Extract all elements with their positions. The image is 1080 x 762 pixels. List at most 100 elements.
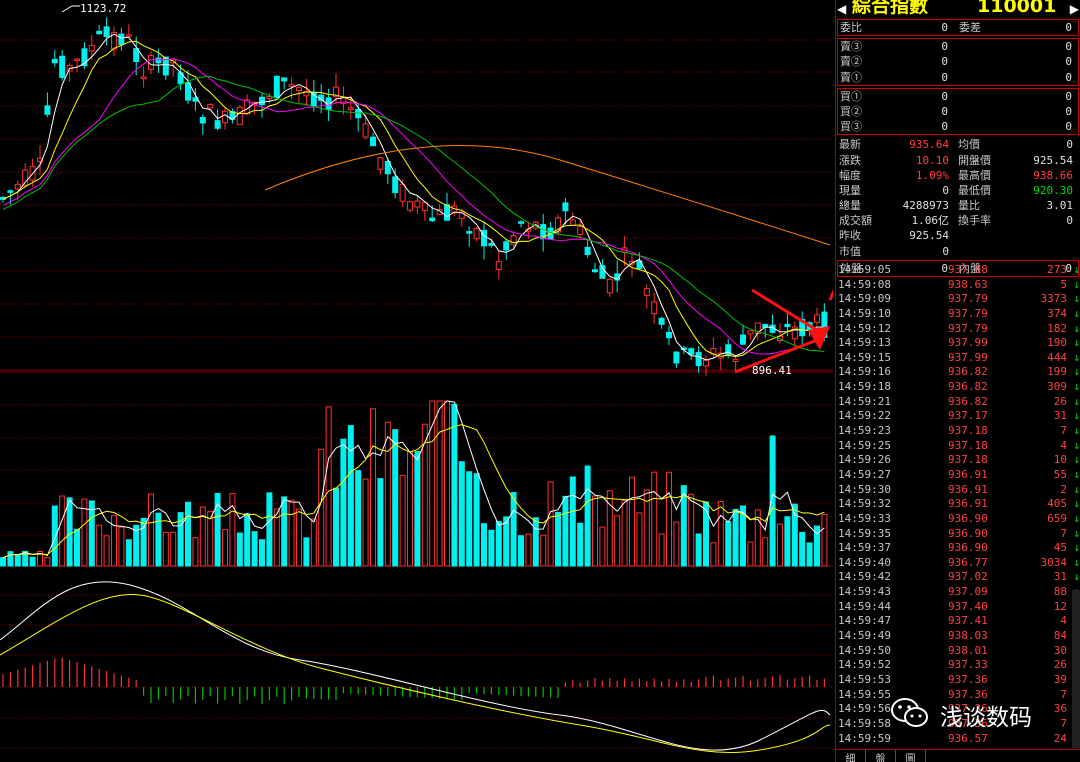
watermark-text: 浅谈数码 [940,705,1032,731]
tick-price: 936.91 [948,467,988,481]
tick-row: 14:59:44937.4012↓ [836,600,1080,615]
volume-bar [510,492,517,567]
candle-body [695,351,702,367]
volume-bar [281,496,288,567]
volume-bar [732,508,739,567]
candle-body [207,103,214,109]
prev-arrow-icon[interactable]: ◀ [837,0,846,18]
tick-price: 937.79 [948,321,988,335]
tick-time: 14:59:47 [838,614,891,628]
tick-list[interactable]: 14:59:05 937.08 273 ↓ 14:59:08 938.63 5 ↓ 14:59:… [836,263,1080,746]
volume-bar [762,537,769,567]
stat-value: 935.64 [909,138,949,152]
volume-bar [288,499,295,567]
stat-label: 市值 [839,244,861,258]
tab-order[interactable]: 盤 [866,750,896,762]
volume-bar [192,537,199,567]
commission-box: 委比 0 委差 0 [837,19,1079,37]
tick-time: 14:59:22 [838,409,891,423]
panel-tabs: 細盤圖 [836,749,1080,762]
tick-row: 14:59:08 938.63 5 ↓ [836,278,1080,293]
volume-bar [458,461,465,567]
tab-detail[interactable]: 細 [836,750,866,762]
commission-ratio-value: 0 [941,21,948,34]
candle-body [495,261,502,270]
tick-time: 14:59:10 [838,306,891,320]
volume-bar [444,400,450,567]
volume-bar [584,465,591,567]
candle-body [347,107,354,110]
kline-chart-area[interactable]: 1123.72 896.41 [0,0,833,762]
volume-bar [244,513,251,567]
tab-chart[interactable]: 圖 [896,750,926,762]
tick-row: 14:59:50938.0130↓ [836,644,1080,659]
annotation-arrowhead [808,326,830,350]
commission-diff-value: 0 [1065,21,1072,34]
tick-time: 14:59:43 [838,585,891,599]
stat-value: 1.09% [915,168,949,182]
stat-row: 昨收 925.54 [837,228,1079,243]
sell-label: 賣① [840,70,862,84]
volume-bar [377,478,384,567]
candle-body [273,75,280,98]
buy-row: 買③ 0 0 [838,119,1078,134]
candle-body [96,30,103,35]
tick-price: 937.02 [948,570,988,584]
tick-volume: 3034 [1040,555,1068,569]
tick-time: 14:59:25 [838,438,891,452]
candle-body [643,288,650,296]
tick-price: 937.18 [948,453,988,467]
candle-body [784,323,791,328]
stat-label: 幅度 [839,168,861,182]
down-arrow-icon: ↓ [1073,497,1080,511]
tick-row: 14:59:37 936.90 45 ↓ [836,541,1080,556]
candle-body [392,176,399,194]
candlestick-chart[interactable]: 1123.72 896.41 [0,0,833,762]
volume-bar [747,541,754,567]
tick-time: 14:59:52 [838,658,891,672]
tick-time: 14:59:42 [838,570,891,584]
candle-body [592,269,598,273]
tick-row: 14:59:33 936.90 659 ↓ [836,512,1080,527]
tick-price: 938.03 [948,629,988,643]
volume-bar [310,518,317,567]
tick-time: 14:59:40 [838,555,891,569]
tick-volume: 39 [1053,672,1067,686]
sell-label: 賣③ [840,40,862,54]
volume-bar [710,542,717,567]
volume-bar [236,532,243,567]
tick-price: 937.99 [948,336,988,350]
commission-diff-label: 委差 [959,21,981,34]
volume-bar [540,534,547,567]
volume-bar [821,514,828,567]
volume-bar [303,537,310,567]
sell-volume: 0 [1065,40,1072,54]
volume-bar [495,520,502,567]
tick-price: 937.17 [948,409,988,423]
tick-row: 14:59:47937.414↓ [836,614,1080,629]
sell-volume: 0 [1065,70,1072,84]
tick-price: 936.90 [948,541,988,555]
candle-body [407,201,413,211]
candle-body [703,359,709,367]
volume-bar [44,556,51,567]
sell-label: 賣② [840,55,862,69]
volume-bar [14,553,21,567]
volume-bar [118,526,125,567]
candle-body [569,219,576,226]
down-arrow-icon: ↓ [1073,541,1080,555]
tick-row: 14:59:26 937.18 10 ↓ [836,453,1080,468]
volume-bar [621,499,628,567]
tick-row: 14:59:13 937.99 190 ↓ [836,336,1080,351]
stat-label: 成交額 [839,214,872,228]
next-arrow-icon[interactable]: ▶ [1070,0,1079,18]
candle-body [281,77,288,82]
stat-label: 漲跌 [839,153,861,167]
tick-price: 937.40 [948,599,988,613]
volume-bar [125,539,132,567]
volume-bar [407,451,413,567]
volume-bar [333,487,339,567]
candle-body [199,117,206,124]
tick-price: 937.41 [948,614,988,628]
tick-volume: 659 [1047,511,1067,525]
